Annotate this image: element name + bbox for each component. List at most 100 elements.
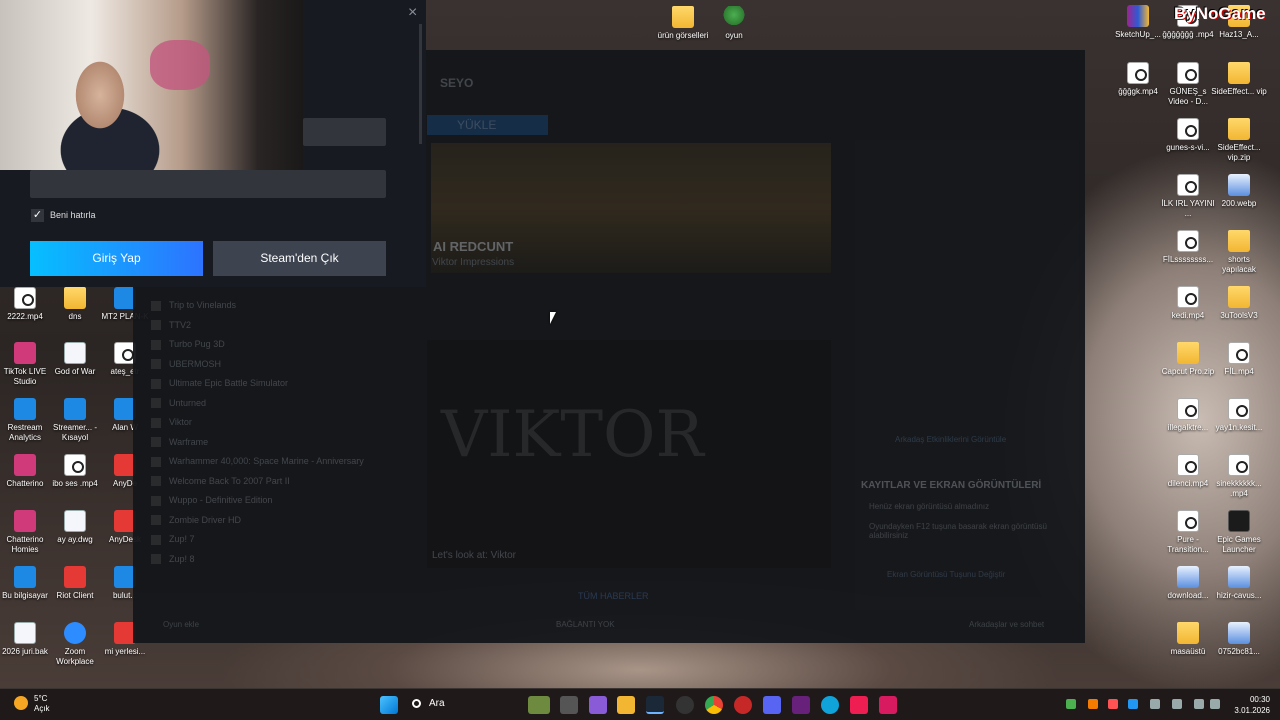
library-game-item[interactable]: TTV2 [151,320,191,331]
volume-icon[interactable] [1210,699,1220,709]
desktop-icon[interactable]: Epic Games Launcher [1211,510,1267,555]
close-icon[interactable]: × [408,4,417,22]
tray-icon[interactable] [1066,699,1076,709]
desktop-icon[interactable]: download... [1160,566,1216,601]
friends-chat-button[interactable]: Arkadaşlar ve sohbet [969,620,1044,629]
library-game-item[interactable]: UBERMOSH [151,359,221,370]
desktop-icon[interactable]: FİL.mp4 [1211,342,1267,377]
discord-icon[interactable] [763,696,781,714]
tray-icon[interactable] [1108,699,1118,709]
desktop-icon[interactable]: dns [47,287,103,322]
desktop-icon[interactable]: İLK IRL YAYINI ... [1160,174,1216,219]
desktop-icon[interactable]: FİLssssssss... [1160,230,1216,265]
change-screenshot-key-link[interactable]: Ekran Görüntüsü Tuşunu Değiştir [887,570,1005,579]
copilot-icon[interactable] [589,696,607,714]
library-game-item[interactable]: Warhammer 40,000: Space Marine - Anniver… [151,456,364,467]
tray-icon[interactable] [1088,699,1098,709]
desktop-icon-oyun[interactable]: oyun [706,6,762,41]
password-field[interactable] [30,170,386,198]
microphone-icon[interactable] [1172,699,1182,709]
exit-steam-button[interactable]: Steam'den Çık [213,241,386,276]
search-highlight-icon[interactable] [528,696,550,714]
desktop-icon[interactable]: kedi.mp4 [1160,286,1216,321]
desktop-icon[interactable]: yay1n.kesit... [1211,398,1267,433]
task-view-icon[interactable] [560,696,578,714]
library-game-item[interactable]: Unturned [151,398,206,409]
login-dialog[interactable]: × ✓ Beni hatırla Giriş Yap Steam'den Çık [0,0,426,287]
desktop-icon[interactable]: God of War [47,342,103,377]
desktop-icon-label: oyun [725,31,743,40]
library-game-item[interactable]: Turbo Pug 3D [151,339,225,350]
desktop-icon[interactable]: SideEffect... vip.zip [1211,118,1267,163]
scrollbar[interactable] [419,24,422,144]
video-thumbnail-1[interactable]: AI REDCUNT [431,143,831,273]
edge-icon[interactable] [821,696,839,714]
desktop-icon[interactable]: ğğğgk.mp4 [1110,62,1166,97]
library-game-item[interactable]: Warframe [151,437,208,448]
library-game-item[interactable]: Trip to Vinelands [151,300,236,311]
start-button-icon[interactable] [380,696,398,714]
desktop-icon[interactable]: Pure - Transition... [1160,510,1216,555]
desktop-icon[interactable]: illegalktre... [1160,398,1216,433]
network-icon[interactable] [1194,699,1204,709]
tiktok-icon[interactable] [850,696,868,714]
account-name-field[interactable] [303,118,386,146]
library-game-item[interactable]: Ultimate Epic Battle Simulator [151,378,288,389]
desktop-icon[interactable]: ibo ses .mp4 [47,454,103,489]
file-explorer-icon[interactable] [617,696,635,714]
desktop-icon[interactable]: SideEffect... vip [1211,62,1267,97]
library-game-item[interactable]: Zup! 8 [151,554,195,565]
desktop-icon[interactable]: gunes-s-vi... [1160,118,1216,153]
desktop-icon[interactable]: 200.webp [1211,174,1267,209]
desktop-icon[interactable]: Restream Analytics [0,398,53,443]
desktop-icon[interactable]: 2026 juri.bak [0,622,53,657]
desktop-icon[interactable]: Capcut Pro.zip [1160,342,1216,377]
all-news-link[interactable]: TÜM HABERLER [578,591,649,601]
search-box[interactable]: Ara [412,698,445,709]
remember-checkbox[interactable]: ✓ [31,209,44,222]
add-game-button[interactable]: Oyun ekle [163,620,199,629]
library-game-item[interactable]: Zup! 7 [151,534,195,545]
desktop-icon[interactable]: shorts yapılacak [1211,230,1267,275]
desktop-icon[interactable]: Chatterino Homies [0,510,53,555]
desktop-icon[interactable]: ay ay.dwg [47,510,103,545]
install-button[interactable]: YÜKLE [427,115,548,135]
desktop-icon[interactable]: sinekkkkkk... .mp4 [1211,454,1267,499]
video-icon [1228,398,1250,420]
desktop-icon[interactable]: Chatterino [0,454,53,489]
desktop-icon[interactable]: masaüstü [1160,622,1216,657]
desktop-icon-label: Epic Games Launcher [1217,535,1261,554]
opera-icon[interactable] [734,696,752,714]
desktop-icon[interactable]: Riot Client [47,566,103,601]
login-button[interactable]: Giriş Yap [30,241,203,276]
desktop-icon[interactable]: Zoom Workplace [47,622,103,667]
desktop-icon[interactable]: 3uToolsV3 [1211,286,1267,321]
app-icon[interactable] [879,696,897,714]
desktop-icon[interactable]: 0752bc81... [1211,622,1267,657]
desktop-icon[interactable]: 2222.mp4 [0,287,53,322]
desktop-icon[interactable]: Bu bilgisayar [0,566,53,601]
friends-activity-link[interactable]: Arkadaş Etkinliklerini Görüntüle [895,435,1006,444]
library-game-item[interactable]: Welcome Back To 2007 Part II [151,476,290,487]
steam-icon[interactable] [646,696,664,714]
chrome-icon[interactable] [705,696,723,714]
library-game-item[interactable]: Wuppo - Definitive Edition [151,495,272,506]
tray-icon[interactable] [1150,699,1160,709]
desktop-icon[interactable]: SketchUp_... [1110,5,1166,40]
clock[interactable]: 00:30 3.01.2026 [1228,694,1270,716]
tray-icon[interactable] [1128,699,1138,709]
desktop-icon[interactable]: dilenci.mp4 [1160,454,1216,489]
desktop-icon[interactable]: hizir-cavus... [1211,566,1267,601]
obs-icon[interactable] [676,696,694,714]
desktop-icon-urun-gorselleri[interactable]: ürün görselleri [655,6,711,41]
weather-widget[interactable]: 5°C Açık [14,694,50,714]
desktop-icon[interactable]: TikTok LIVE Studio [0,342,53,387]
desktop-icon[interactable]: Streamer... - Kısayol [47,398,103,443]
library-game-item[interactable]: Viktor [151,417,192,428]
video-thumbnail-2[interactable]: VIKTOR [427,340,831,568]
desktop-icon-label: sinekkkkkk... .mp4 [1216,479,1262,498]
desktop-icon[interactable]: GÜNEŞ_s Video - D... [1160,62,1216,107]
visual-studio-icon[interactable] [792,696,810,714]
desktop-icon-label: TikTok LIVE Studio [3,367,47,386]
library-game-item[interactable]: Zombie Driver HD [151,515,241,526]
